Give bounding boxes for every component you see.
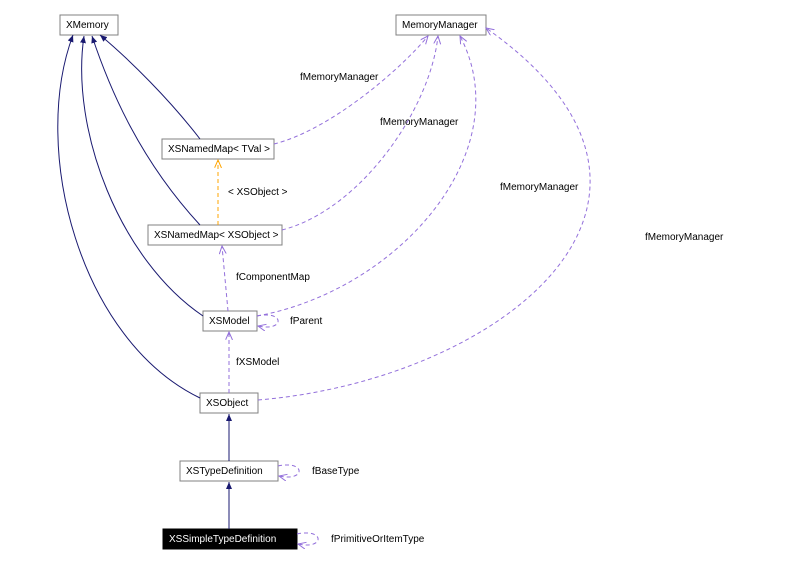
edge-simple-fprimitive — [297, 533, 318, 545]
edge-model-fparent — [257, 315, 278, 327]
collaboration-diagram: XMemory MemoryManager XSNamedMap< TVal >… — [0, 0, 788, 561]
edge-label-fprimitive: fPrimitiveOrItemType — [331, 534, 425, 545]
label: XSTypeDefinition — [186, 466, 263, 477]
node-xsobject[interactable]: XSObject — [200, 393, 258, 413]
edge-tval-to-xmemory — [100, 35, 200, 139]
edge-xsobj-to-xmemory1 — [92, 36, 200, 225]
edge-label-componentmap: fComponentMap — [236, 272, 310, 283]
edge-label-template: < XSObject > — [228, 187, 288, 198]
edge-label-mm4: fMemoryManager — [645, 232, 724, 243]
edge-label-mm2: fMemoryManager — [380, 117, 459, 128]
edge-xsobject-memorymanager — [258, 28, 590, 400]
label: XMemory — [66, 20, 109, 31]
node-xstypedefinition[interactable]: XSTypeDefinition — [180, 461, 278, 481]
node-xsnamedmap-xsobject[interactable]: XSNamedMap< XSObject > — [148, 225, 282, 245]
node-xmemory[interactable]: XMemory — [60, 15, 118, 35]
label: XSModel — [209, 316, 250, 327]
edge-xsobject-to-xmemory — [58, 35, 200, 398]
node-xsnamedmap-tval[interactable]: XSNamedMap< TVal > — [162, 139, 274, 159]
edge-label-fparent: fParent — [290, 316, 322, 327]
node-xsmodel[interactable]: XSModel — [203, 311, 257, 331]
label: XSObject — [206, 398, 248, 409]
edge-typedef-fbasetype — [278, 465, 299, 477]
node-xssimpletypedefinition[interactable]: XSSimpleTypeDefinition — [163, 529, 297, 549]
label: XSSimpleTypeDefinition — [169, 534, 276, 545]
label: MemoryManager — [402, 20, 478, 31]
label: XSNamedMap< XSObject > — [154, 230, 279, 241]
edge-model-to-xmemory — [82, 36, 203, 316]
edge-label-fbasetype: fBaseType — [312, 466, 360, 477]
edge-label-fxsmodel: fXSModel — [236, 357, 279, 368]
edge-xsmapobj-memorymanager — [282, 36, 438, 230]
edge-label-mm1: fMemoryManager — [300, 72, 379, 83]
label: XSNamedMap< TVal > — [168, 144, 270, 155]
edge-model-componentmap — [222, 246, 228, 311]
node-memorymanager[interactable]: MemoryManager — [396, 15, 486, 35]
edge-label-mm3: fMemoryManager — [500, 182, 579, 193]
